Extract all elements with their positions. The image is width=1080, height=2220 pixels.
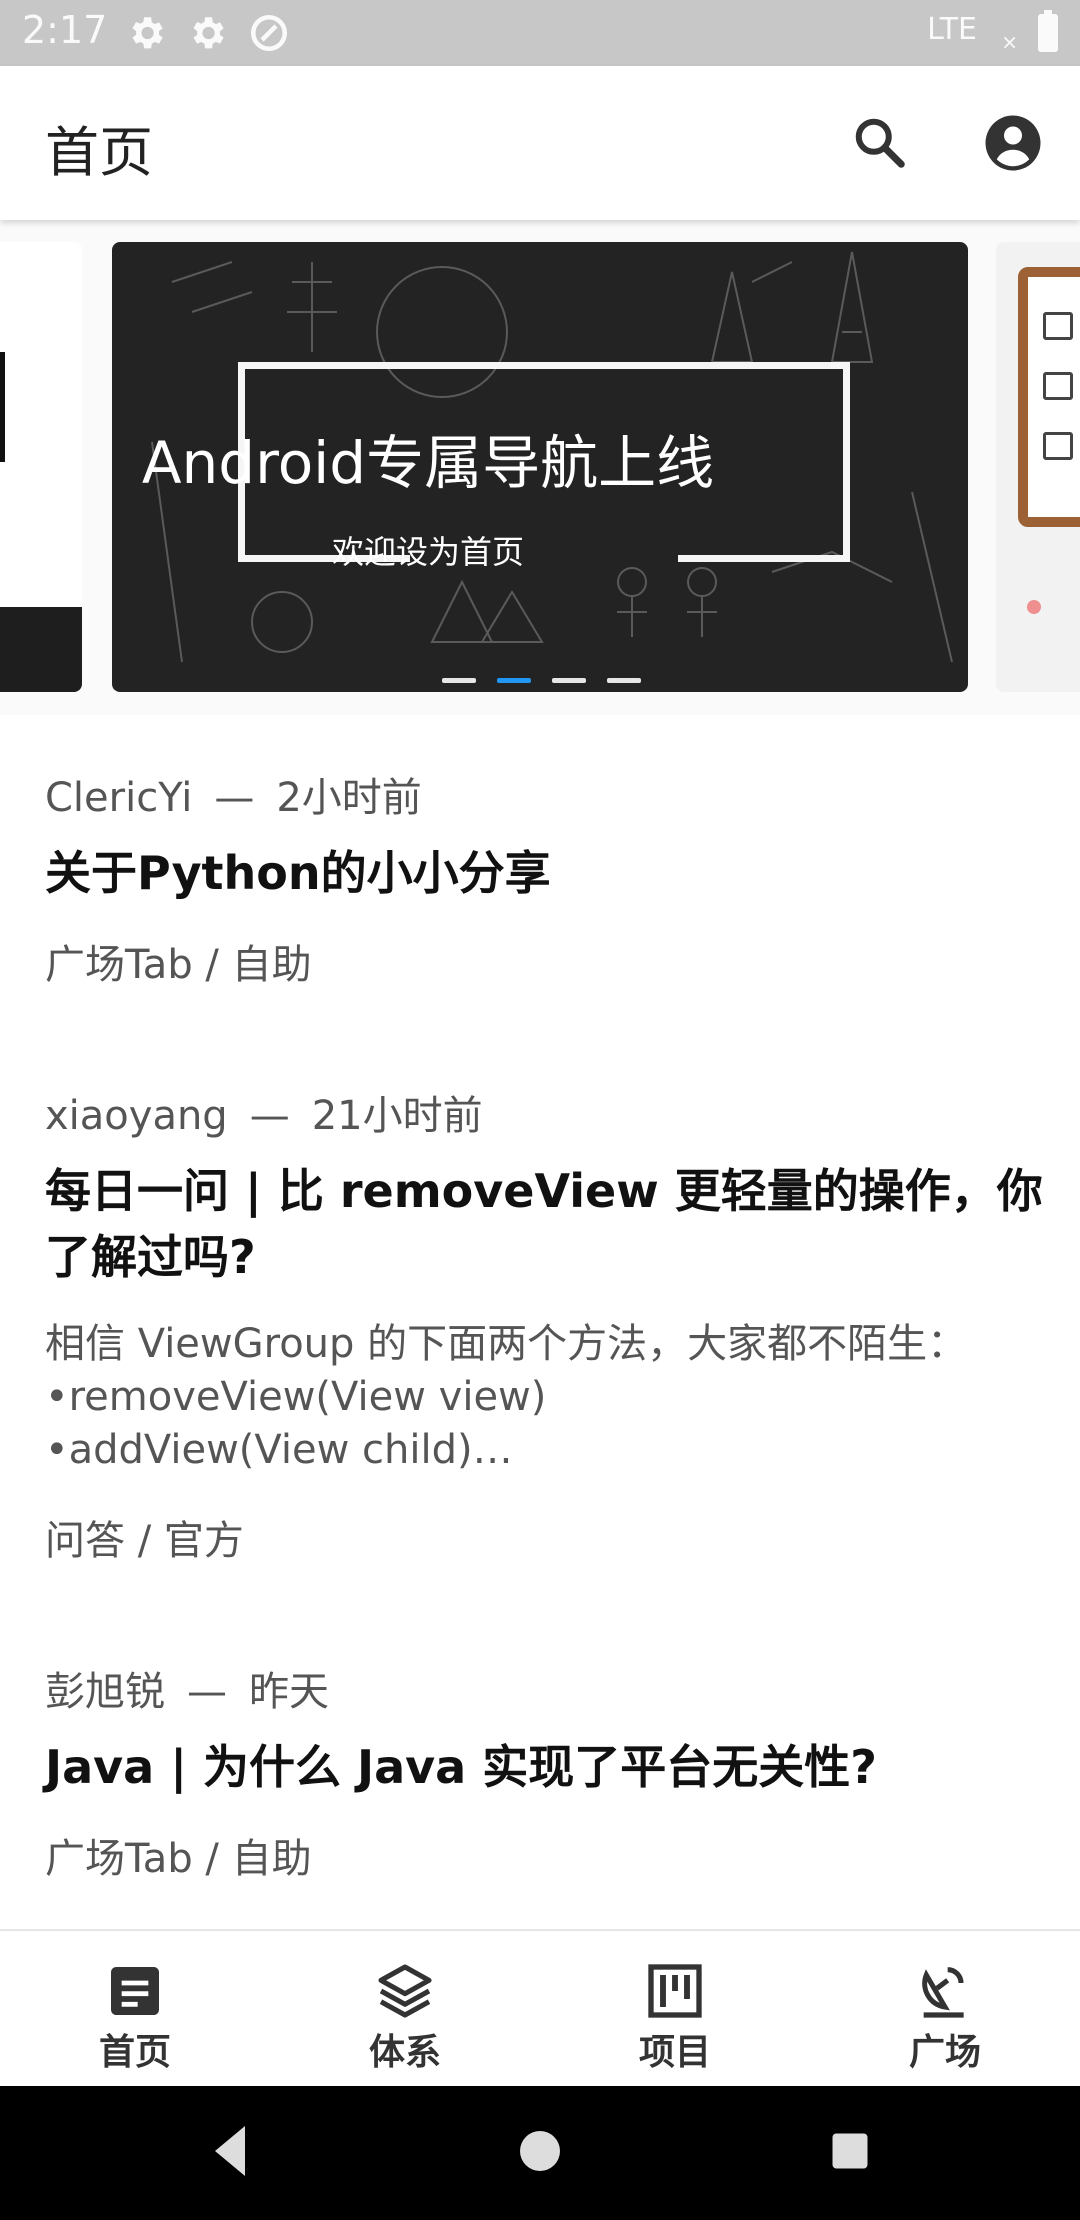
nav-item-system[interactable]: 体系 (270, 1931, 540, 2087)
article-item[interactable]: 彭旭锐 — 昨天 Java | 为什么 Java 实现了平台无关性? 广场Tab /… (0, 1609, 1080, 1930)
article-time: 2小时前 (276, 775, 422, 821)
recents-icon[interactable] (820, 2116, 880, 2186)
article-author: ClericYi (45, 775, 193, 821)
clipboard-illustration (1018, 267, 1080, 527)
battery-icon (1038, 10, 1058, 52)
banner-card-next[interactable] (996, 242, 1080, 692)
article-time: 21小时前 (311, 1093, 483, 1139)
kanban-icon (648, 1964, 702, 2018)
article-title: 关于Python的小小分享 (45, 846, 551, 900)
carousel-dot-active (497, 678, 531, 683)
search-icon[interactable] (850, 113, 910, 173)
banner-carousel[interactable]: Android专属导航上线 欢迎设为首页 (0, 220, 1080, 715)
settings-icon (193, 17, 224, 49)
banner-title: Android专属导航上线 (141, 429, 715, 497)
network-type: LTE (927, 12, 977, 47)
nav-item-square[interactable]: 广场 (810, 1931, 1080, 2087)
app-bar: 首页 (0, 66, 1080, 220)
article-meta: ClericYi —2小时前 (45, 775, 422, 821)
layers-icon (378, 1964, 432, 2018)
article-item[interactable]: ClericYi —2小时前 关于Python的小小分享 广场Tab / 自助 (0, 715, 1080, 1034)
article-icon (111, 1967, 159, 2015)
banner-card-previous[interactable] (0, 242, 82, 692)
data-saver-icon (250, 14, 288, 52)
article-title: 每日一问 | 比 removeView 更轻量的操作，你了解过吗? (45, 1164, 1043, 1284)
nav-item-home[interactable]: 首页 (0, 1931, 270, 2087)
nav-label: 体系 (368, 2032, 441, 2073)
article-author: 彭旭锐 (45, 1669, 165, 1715)
article-title: Java | 为什么 Java 实现了平台无关性? (45, 1740, 877, 1794)
banner-subtitle: 欢迎设为首页 (331, 533, 524, 571)
status-bar: 2:17 LTE × (0, 0, 1080, 66)
system-navigation-bar (0, 2086, 1080, 2220)
settings-icon (132, 17, 163, 49)
banner-image-fragment (0, 607, 82, 692)
article-meta: 彭旭锐 — 昨天 (45, 1669, 329, 1715)
home-icon[interactable] (510, 2116, 570, 2186)
satellite-dish-icon (922, 1967, 964, 2018)
article-meta: xiaoyang —21小时前 (45, 1093, 483, 1139)
article-category[interactable]: 广场Tab / 自助 (45, 1826, 312, 1884)
status-time: 2:17 (22, 8, 108, 52)
article-description: 相信 ViewGroup 的下面两个方法，大家都不陌生： •removeView… (45, 1321, 968, 1473)
nav-item-project[interactable]: 项目 (540, 1931, 810, 2087)
nav-label: 广场 (908, 2032, 981, 2073)
bottom-navigation: 首页 体系 项目 广场 (0, 1930, 1080, 2087)
nav-label: 项目 (638, 2032, 711, 2073)
back-icon[interactable] (200, 2116, 260, 2186)
banner-image-fragment (0, 352, 5, 462)
no-data-icon: × (1001, 30, 1018, 54)
carousel-dot (552, 678, 586, 683)
article-time: 昨天 (249, 1669, 329, 1715)
account-circle-icon[interactable] (983, 113, 1043, 173)
carousel-dot (442, 678, 476, 683)
article-author: xiaoyang (45, 1093, 228, 1139)
article-item[interactable]: xiaoyang —21小时前 每日一问 | 比 removeView 更轻量的操… (0, 1033, 1080, 1610)
nav-label: 首页 (98, 2032, 171, 2073)
decorative-dot (1027, 600, 1041, 614)
article-category[interactable]: 问答 / 官方 (45, 1508, 244, 1566)
article-category[interactable]: 广场Tab / 自助 (45, 932, 312, 990)
carousel-dot (607, 678, 641, 683)
page-title: 首页 (45, 121, 153, 184)
